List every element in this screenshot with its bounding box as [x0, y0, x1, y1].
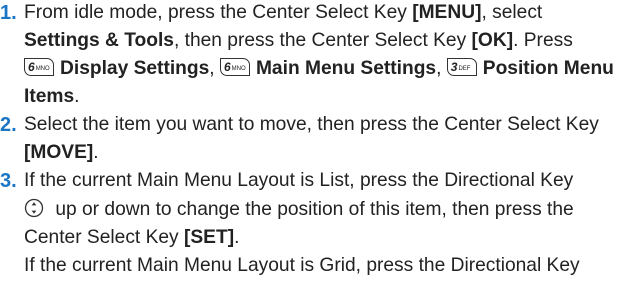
step-text: , then press the Center Select Key: [173, 30, 472, 51]
menu-key-label: [MENU]: [412, 2, 482, 23]
step-text: , select: [481, 2, 543, 23]
step-3: 3. If the current Main Menu Layout is Li…: [0, 167, 638, 280]
step-text: .: [74, 86, 80, 107]
step-number: 2.: [0, 114, 17, 136]
keypad-6-icon: 6MNO: [24, 58, 54, 76]
step-number: 3.: [0, 170, 17, 192]
settings-tools-label: Settings & Tools: [24, 30, 174, 51]
step-3-line-3: Center Select Key [SET].: [24, 224, 638, 252]
step-text: Center Select Key: [24, 227, 184, 248]
set-key-label: [SET]: [183, 227, 235, 248]
display-settings-label: Display Settings: [60, 58, 210, 79]
step-1-line-3: 6MNO Display Settings, 6MNO Main Menu Sett…: [24, 55, 638, 111]
step-3-paragraph-2: If the current Main Menu Layout is Grid,…: [24, 252, 638, 280]
step-2-line-1: Select the item you want to move, then p…: [24, 111, 638, 139]
step-text: If the current Main Menu Layout is List,…: [24, 170, 574, 191]
directional-key-up-down-icon: [24, 198, 44, 227]
step-text: .: [234, 227, 240, 248]
keypad-3-icon: 3DEF: [446, 58, 477, 76]
instruction-steps: 1. From idle mode, press the Center Sele…: [0, 0, 638, 280]
step-text: If the current Main Menu Layout is Grid,…: [24, 255, 580, 276]
step-3-line-1: If the current Main Menu Layout is List,…: [24, 167, 638, 195]
step-2-line-2: [MOVE].: [24, 139, 638, 167]
main-menu-settings-label: Main Menu Settings: [255, 58, 437, 79]
separator: ,: [209, 58, 220, 79]
step-text: . Press: [513, 30, 573, 51]
separator: ,: [436, 58, 447, 79]
step-3-line-2: up or down to change the position of thi…: [24, 195, 638, 224]
step-number: 1.: [0, 2, 17, 24]
step-2: 2. Select the item you want to move, the…: [0, 111, 638, 167]
step-text: .: [93, 142, 99, 163]
step-text: up or down to change the position of thi…: [50, 199, 574, 220]
step-text: Select the item you want to move, then p…: [24, 114, 599, 135]
step-text: From idle mode, press the Center Select …: [24, 2, 413, 23]
move-key-label: [MOVE]: [24, 142, 94, 163]
keypad-6-icon: 6MNO: [219, 58, 250, 76]
step-1-line-1: From idle mode, press the Center Select …: [24, 0, 638, 27]
step-1-line-2: Settings & Tools, then press the Center …: [24, 27, 638, 55]
step-1: 1. From idle mode, press the Center Sele…: [0, 0, 638, 111]
ok-key-label: [OK]: [471, 30, 514, 51]
